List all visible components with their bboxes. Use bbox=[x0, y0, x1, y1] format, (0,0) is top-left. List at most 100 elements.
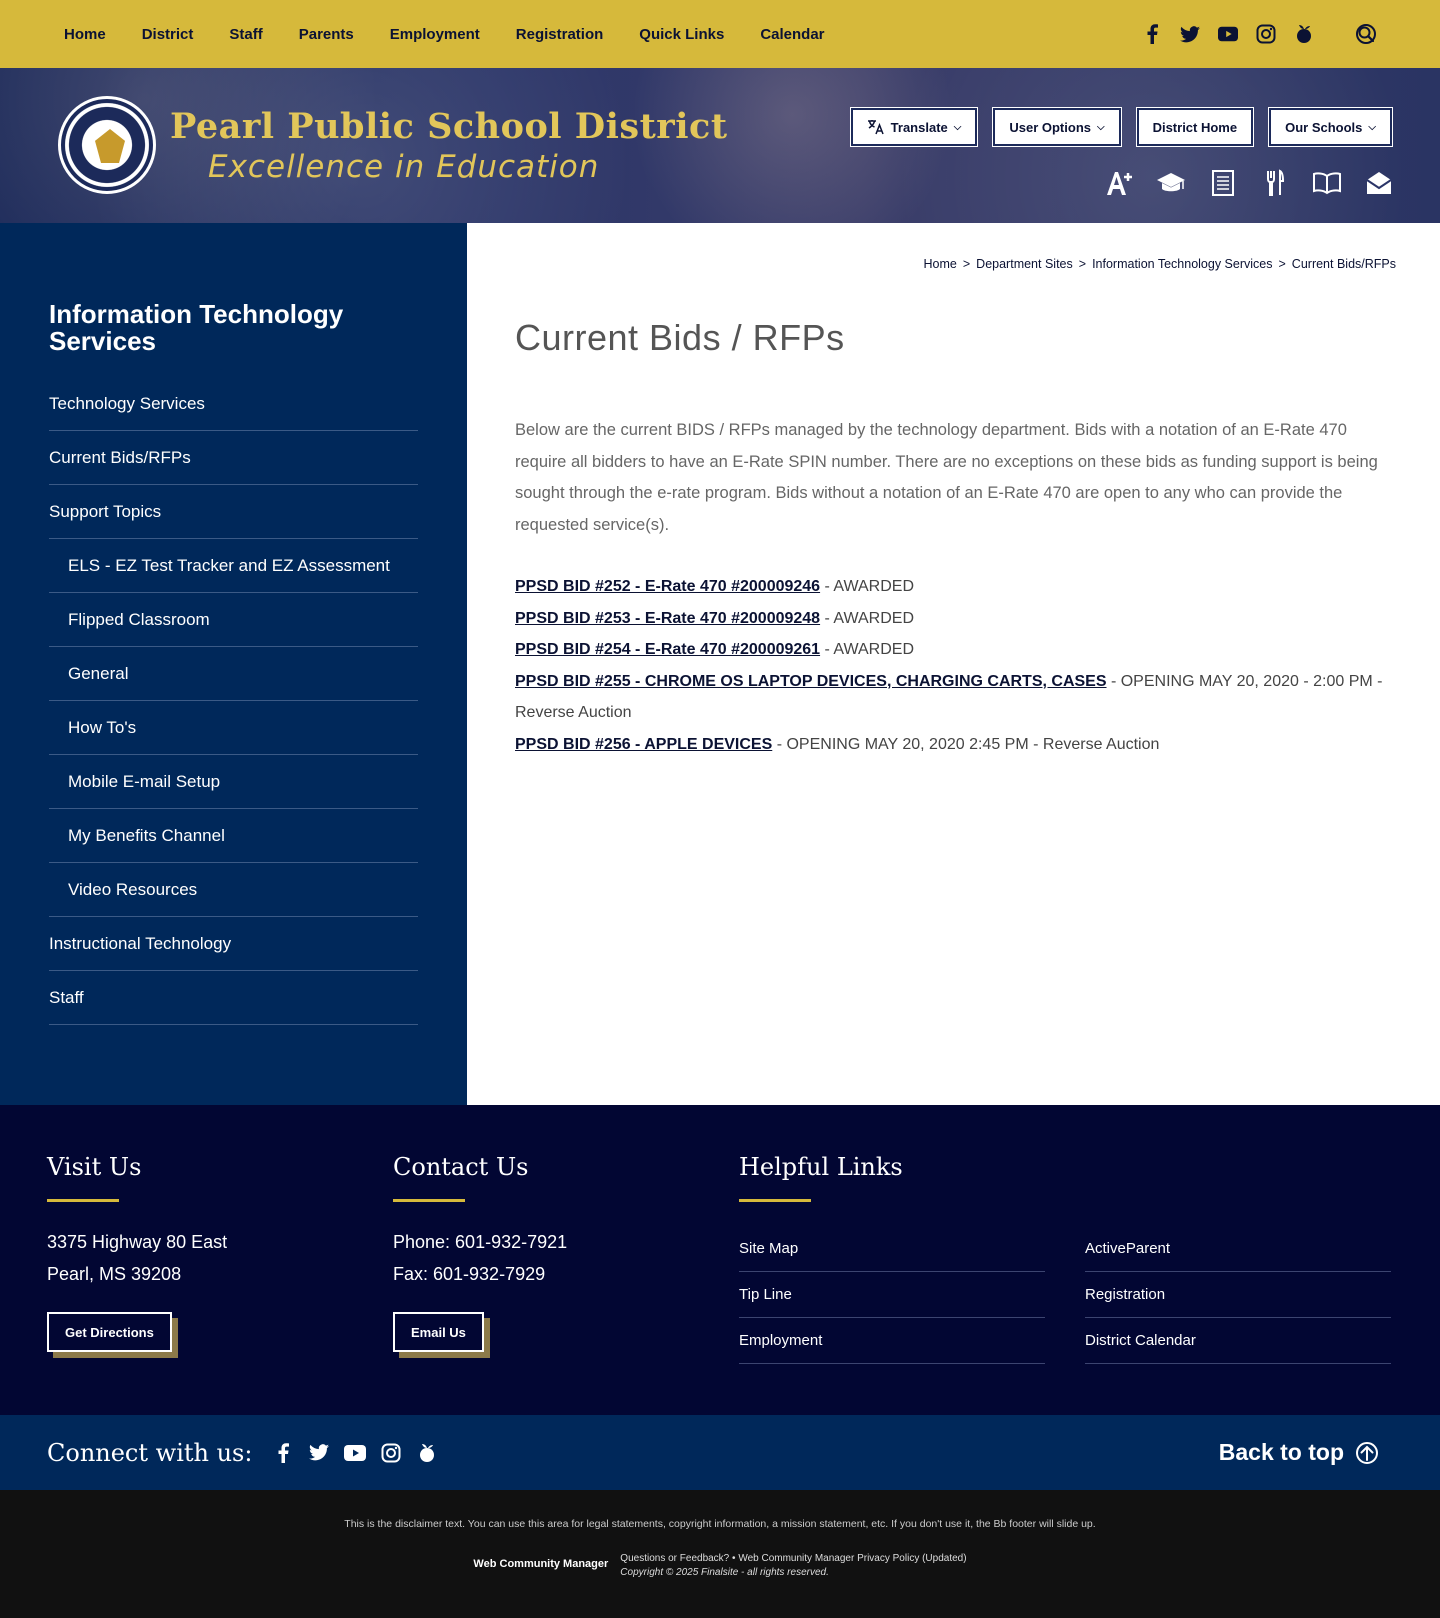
top-social-links bbox=[1142, 24, 1376, 44]
grades-icon[interactable] bbox=[1104, 168, 1134, 198]
footer-link-district-calendar[interactable]: District Calendar bbox=[1085, 1318, 1391, 1364]
footer-link-tip-line[interactable]: Tip Line bbox=[739, 1272, 1045, 1318]
wcm-logo[interactable]: Web Community Manager bbox=[473, 1558, 608, 1580]
topnav-staff[interactable]: Staff bbox=[229, 26, 262, 43]
privacy-policy-link[interactable]: Web Community Manager Privacy Policy (Up… bbox=[738, 1553, 966, 1564]
bid-item: PPSD BID #254 - E-Rate 470 #200009261 - … bbox=[515, 634, 1396, 666]
envelope-icon[interactable] bbox=[1364, 168, 1394, 198]
sidebar-item-staff[interactable]: Staff bbox=[49, 971, 418, 1025]
user-options-label: User Options bbox=[1009, 119, 1091, 135]
topnav-district[interactable]: District bbox=[142, 26, 194, 43]
footer-visit-us: Visit Us 3375 Highway 80 East Pearl, MS … bbox=[47, 1153, 393, 1415]
sidebar-item-label: Instructional Technology bbox=[49, 933, 232, 953]
chevron-down-icon: ⌵ bbox=[1096, 121, 1105, 133]
our-schools-button[interactable]: Our Schools ⌵ bbox=[1268, 107, 1393, 147]
topnav-parents[interactable]: Parents bbox=[299, 26, 354, 43]
footer-link-activeparent[interactable]: ActiveParent bbox=[1085, 1226, 1391, 1272]
sidebar-item-video-resources[interactable]: Video Resources bbox=[49, 863, 418, 917]
bid-item: PPSD BID #253 - E-Rate 470 #200009248 - … bbox=[515, 603, 1396, 635]
footer-link-registration[interactable]: Registration bbox=[1085, 1272, 1391, 1318]
twitter-icon[interactable] bbox=[308, 1442, 330, 1464]
page-title: Current Bids / RFPs bbox=[515, 317, 845, 358]
sidebar-item-support-topics[interactable]: Support Topics bbox=[49, 485, 418, 539]
peachjar-icon[interactable] bbox=[416, 1442, 438, 1464]
breadcrumb: Home > Department Sites > Information Techno… bbox=[515, 257, 1396, 271]
address-line-1: 3375 Highway 80 East bbox=[47, 1232, 228, 1252]
instagram-icon[interactable] bbox=[380, 1442, 402, 1464]
sidebar-item-general[interactable]: General bbox=[49, 647, 418, 701]
footer-helpful-links: Helpful Links Site Map ActiveParent Tip … bbox=[739, 1153, 1393, 1415]
email-us-button[interactable]: Email Us bbox=[393, 1312, 484, 1352]
main-area: Information Technology Services Technolo… bbox=[0, 223, 1440, 1105]
breadcrumb-department-sites[interactable]: Department Sites bbox=[976, 257, 1073, 271]
sidebar-item-label: Technology Services bbox=[49, 393, 205, 413]
topnav-home[interactable]: Home bbox=[64, 26, 106, 43]
bids-list: PPSD BID #252 - E-Rate 470 #200009246 - … bbox=[515, 571, 1396, 760]
breadcrumb-separator: > bbox=[1078, 257, 1087, 271]
open-book-icon[interactable] bbox=[1312, 168, 1342, 198]
district-seal-logo[interactable] bbox=[58, 96, 156, 194]
breadcrumb-home[interactable]: Home bbox=[924, 257, 957, 271]
footer-link-employment[interactable]: Employment bbox=[739, 1318, 1045, 1364]
footer-link-site-map[interactable]: Site Map bbox=[739, 1226, 1045, 1272]
sidebar-item-mobile-email-setup[interactable]: Mobile E-mail Setup bbox=[49, 755, 418, 809]
breadcrumb-separator: > bbox=[962, 257, 971, 271]
heading-divider bbox=[739, 1199, 811, 1202]
district-tagline: Excellence in Education bbox=[208, 149, 600, 185]
phone-number: Phone: 601-932-7921 bbox=[393, 1232, 568, 1252]
sidebar-item-current-bids[interactable]: Current Bids/RFPs bbox=[49, 431, 418, 485]
breadcrumb-its[interactable]: Information Technology Services bbox=[1092, 257, 1272, 271]
wcm-row: Web Community Manager Questions or Feedb… bbox=[0, 1552, 1440, 1580]
bid-link-254[interactable]: PPSD BID #254 - E-Rate 470 #200009261 bbox=[515, 641, 820, 658]
site-header-banner: Pearl Public School District Excellence … bbox=[0, 68, 1440, 223]
sidebar-item-label: Current Bids/RFPs bbox=[49, 447, 191, 467]
back-to-top-button[interactable]: Back to top bbox=[1219, 1439, 1392, 1466]
topnav-quick-links[interactable]: Quick Links bbox=[639, 26, 724, 43]
sidebar-title: Information Technology Services bbox=[49, 299, 344, 356]
bid-link-253[interactable]: PPSD BID #253 - E-Rate 470 #200009248 bbox=[515, 610, 820, 627]
sidebar-item-label: How To's bbox=[68, 717, 137, 737]
twitter-icon[interactable] bbox=[1180, 24, 1200, 44]
bid-link-252[interactable]: PPSD BID #252 - E-Rate 470 #200009246 bbox=[515, 578, 820, 595]
header-buttons: Translate ⌵ User Options ⌵ District Home… bbox=[849, 107, 1393, 147]
facebook-icon[interactable] bbox=[272, 1442, 294, 1464]
district-home-button[interactable]: District Home bbox=[1135, 107, 1255, 147]
youtube-icon[interactable] bbox=[344, 1442, 367, 1464]
menu-document-icon[interactable] bbox=[1208, 168, 1238, 198]
bid-link-255[interactable]: PPSD BID #255 - CHROME OS LAPTOP DEVICES… bbox=[515, 673, 1107, 690]
sidebar-item-how-tos[interactable]: How To's bbox=[49, 701, 418, 755]
arrow-up-icon bbox=[1356, 1441, 1378, 1464]
top-nav: Home District Staff Parents Employment R… bbox=[64, 26, 861, 43]
user-options-button[interactable]: User Options ⌵ bbox=[992, 107, 1122, 147]
graduation-cap-icon[interactable] bbox=[1156, 168, 1186, 198]
footer-contact-us: Contact Us Phone: 601-932-7921 Fax: 601-… bbox=[393, 1153, 739, 1415]
visit-us-heading: Visit Us bbox=[47, 1153, 142, 1181]
sidebar-item-my-benefits-channel[interactable]: My Benefits Channel bbox=[49, 809, 418, 863]
bid-item: PPSD BID #252 - E-Rate 470 #200009246 - … bbox=[515, 571, 1396, 603]
sidebar-item-label: Staff bbox=[49, 987, 84, 1007]
bid-status: - OPENING MAY 20, 2020 2:45 PM - Reverse… bbox=[772, 735, 1160, 753]
sidebar-item-flipped-classroom[interactable]: Flipped Classroom bbox=[49, 593, 418, 647]
district-name[interactable]: Pearl Public School District bbox=[170, 106, 728, 147]
topnav-registration[interactable]: Registration bbox=[516, 26, 604, 43]
footer: Visit Us 3375 Highway 80 East Pearl, MS … bbox=[0, 1105, 1440, 1415]
topnav-employment[interactable]: Employment bbox=[390, 26, 480, 43]
instagram-icon[interactable] bbox=[1256, 24, 1276, 44]
address-line-2: Pearl, MS 39208 bbox=[47, 1264, 182, 1284]
questions-feedback-link[interactable]: Questions or Feedback? bbox=[620, 1553, 729, 1564]
youtube-icon[interactable] bbox=[1218, 24, 1238, 44]
search-button[interactable] bbox=[1356, 24, 1376, 44]
facebook-icon[interactable] bbox=[1142, 24, 1162, 44]
bid-status: - AWARDED bbox=[820, 609, 915, 627]
get-directions-button[interactable]: Get Directions bbox=[47, 1312, 172, 1352]
fork-knife-icon[interactable] bbox=[1260, 168, 1290, 198]
sidebar-item-instructional-technology[interactable]: Instructional Technology bbox=[49, 917, 418, 971]
topnav-calendar[interactable]: Calendar bbox=[760, 26, 824, 43]
peachjar-icon[interactable] bbox=[1294, 24, 1314, 44]
translate-button[interactable]: Translate ⌵ bbox=[849, 107, 979, 147]
bid-link-256[interactable]: PPSD BID #256 - APPLE DEVICES bbox=[515, 736, 772, 753]
sidebar-item-els-ez-test[interactable]: ELS - EZ Test Tracker and EZ Assessment bbox=[49, 539, 418, 593]
connect-bar: Connect with us: Back to top bbox=[0, 1415, 1440, 1490]
chevron-down-icon: ⌵ bbox=[1368, 121, 1376, 133]
sidebar-item-technology-services[interactable]: Technology Services bbox=[49, 377, 418, 431]
